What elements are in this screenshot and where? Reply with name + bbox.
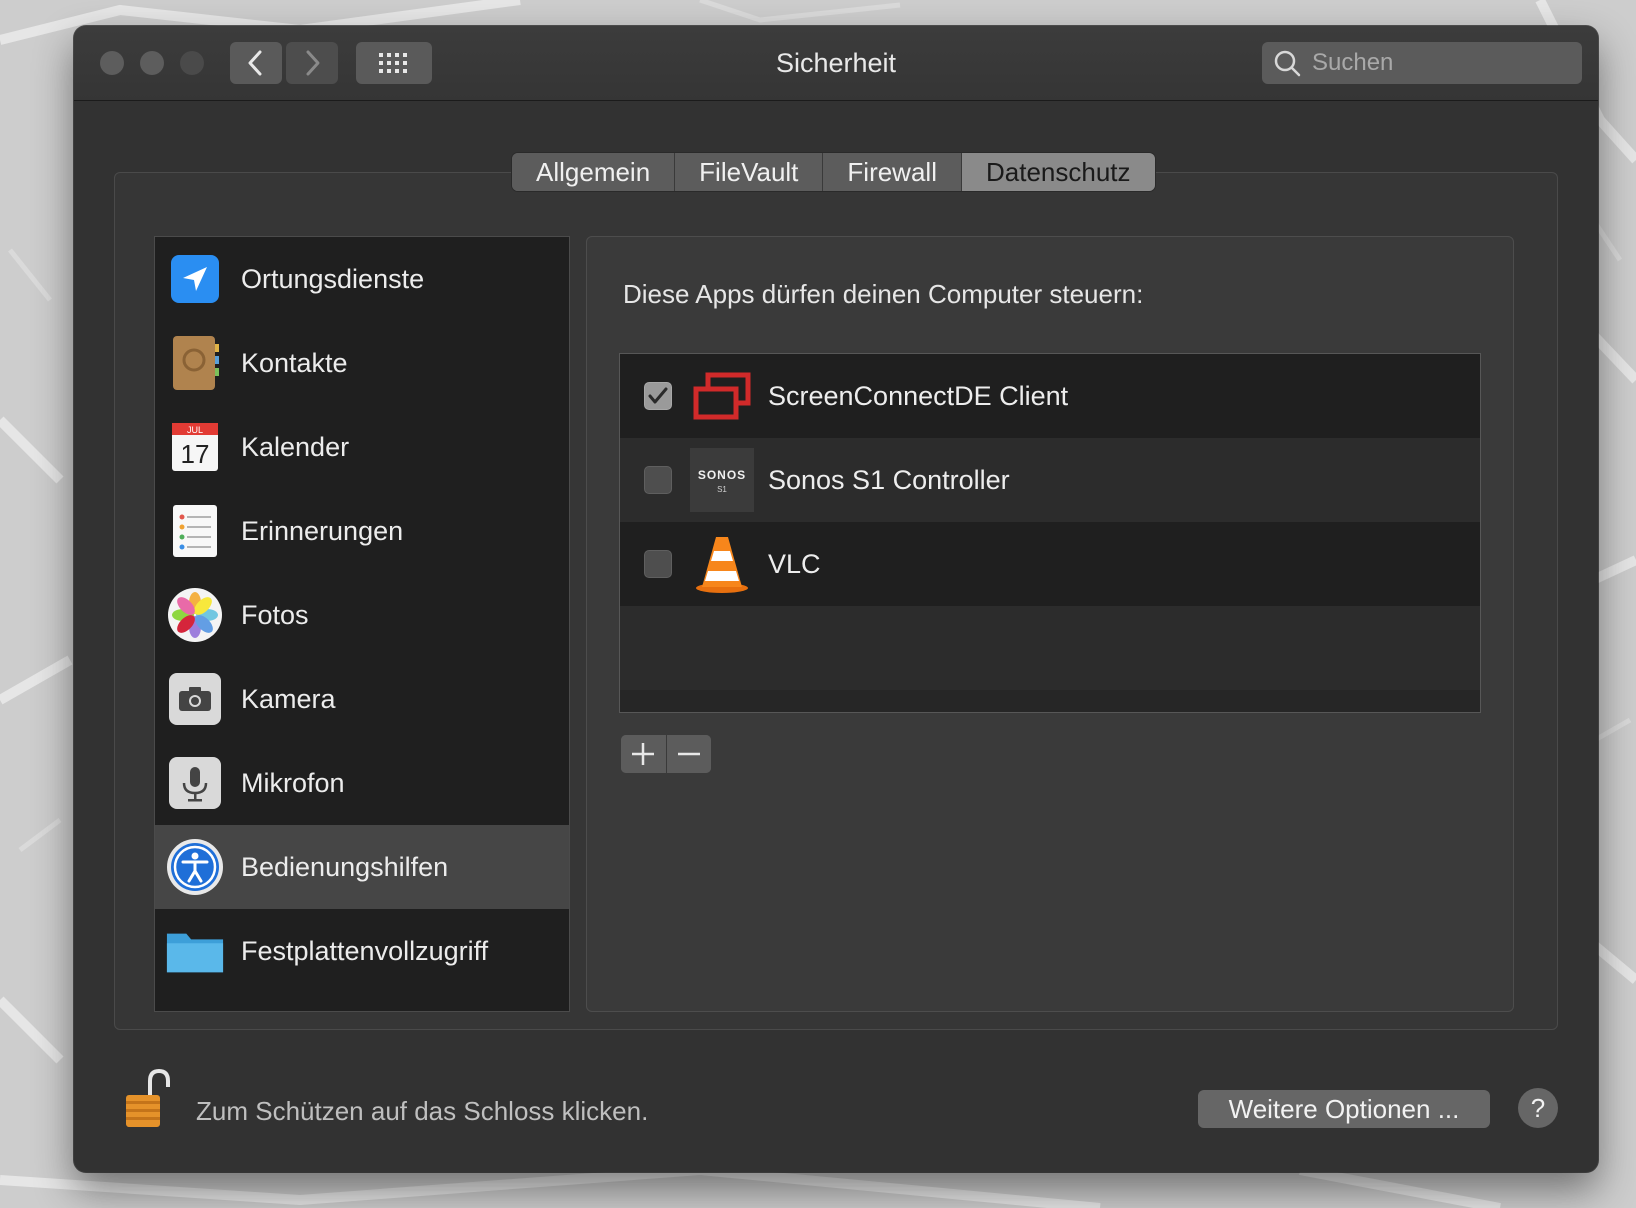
add-app-button[interactable]	[621, 735, 667, 773]
forward-button[interactable]	[286, 42, 338, 84]
sidebar-item-mikrofon[interactable]: Mikrofon	[155, 741, 569, 825]
app-name: VLC	[768, 548, 821, 579]
app-name: Sonos S1 Controller	[768, 464, 1010, 495]
sidebar-item-label: Bedienungshilfen	[241, 851, 449, 882]
sonos-logo-subtext: S1	[717, 485, 727, 494]
show-all-button[interactable]	[356, 42, 432, 84]
tab-filevault[interactable]: FileVault	[675, 153, 824, 191]
sidebar-item-label: Festplattenvollzugriff	[241, 935, 489, 966]
app-row-screenconnect[interactable]: ScreenConnectDE Client	[620, 354, 1480, 438]
close-window-button[interactable]	[100, 51, 124, 75]
sonos-icon: SONOS S1	[690, 448, 754, 512]
calendar-icon: JUL 17	[165, 417, 225, 477]
app-permission-list[interactable]: ScreenConnectDE Client SONOS S1 Sonos S1…	[619, 353, 1481, 713]
remove-app-button[interactable]	[666, 735, 711, 773]
privacy-category-list[interactable]: Ortungsdienste Kontakte JUL 17 Kalender …	[154, 236, 570, 1012]
app-name: ScreenConnectDE Client	[768, 380, 1069, 411]
app-checkbox-sonos[interactable]	[644, 466, 672, 494]
app-row-sonos[interactable]: SONOS S1 Sonos S1 Controller	[620, 438, 1480, 522]
calendar-month: JUL	[187, 425, 203, 435]
checkmark-icon	[648, 387, 668, 404]
search-icon	[1272, 48, 1302, 78]
tab-allgemein[interactable]: Allgemein	[512, 153, 676, 191]
sidebar-item-kamera[interactable]: Kamera	[155, 657, 569, 741]
sidebar-item-label: Erinnerungen	[241, 515, 404, 546]
empty-row	[620, 606, 1480, 690]
more-options-button[interactable]: Weitere Optionen ...	[1198, 1090, 1490, 1128]
chevron-left-icon	[248, 50, 262, 76]
add-remove-control	[621, 735, 711, 773]
camera-icon	[165, 669, 225, 729]
tab-firewall[interactable]: Firewall	[823, 153, 962, 191]
back-button[interactable]	[230, 42, 282, 84]
accessibility-panel: Diese Apps dürfen deinen Computer steuer…	[586, 236, 1514, 1012]
search-input[interactable]	[1310, 48, 1574, 78]
contacts-book-icon	[165, 333, 225, 393]
help-button[interactable]: ?	[1518, 1088, 1558, 1128]
sidebar-item-kalender[interactable]: JUL 17 Kalender	[155, 405, 569, 489]
reminders-icon	[165, 501, 225, 561]
padlock-open-icon[interactable]	[118, 1066, 178, 1132]
folder-icon	[165, 921, 225, 981]
sidebar-item-bedienungshilfen[interactable]: Bedienungshilfen	[155, 825, 569, 909]
app-checkbox-screenconnect[interactable]	[644, 382, 672, 410]
lock-hint-text: Zum Schützen auf das Schloss klicken.	[196, 1096, 649, 1126]
minus-icon	[677, 752, 700, 756]
chevron-right-icon	[306, 50, 320, 76]
sonos-logo-text: SONOS	[698, 468, 746, 482]
title-bar: Sicherheit	[74, 26, 1598, 101]
search-field[interactable]	[1262, 42, 1582, 84]
sidebar-item-erinnerungen[interactable]: Erinnerungen	[155, 489, 569, 573]
tab-bar: Allgemein FileVault Firewall Datenschutz	[512, 153, 1155, 191]
plus-icon	[632, 743, 655, 765]
sidebar-item-festplattenvollzugriff[interactable]: Festplattenvollzugriff	[155, 909, 569, 993]
sidebar-item-kontakte[interactable]: Kontakte	[155, 321, 569, 405]
security-preferences-window: Sicherheit Allgemein FileVault Firewall …	[74, 26, 1598, 1172]
screenconnect-icon	[690, 364, 754, 428]
tab-datenschutz[interactable]: Datenschutz	[961, 153, 1155, 191]
app-checkbox-vlc[interactable]	[644, 550, 672, 578]
sidebar-item-label: Kamera	[241, 683, 336, 714]
panel-heading: Diese Apps dürfen deinen Computer steuer…	[623, 279, 1144, 309]
minimize-window-button[interactable]	[140, 51, 164, 75]
photos-icon	[165, 585, 225, 645]
accessibility-icon	[165, 837, 225, 897]
calendar-day: 17	[181, 439, 210, 469]
sidebar-item-label: Fotos	[241, 599, 309, 630]
sidebar-item-label: Mikrofon	[241, 767, 345, 798]
microphone-icon	[165, 753, 225, 813]
sidebar-item-fotos[interactable]: Fotos	[155, 573, 569, 657]
app-row-vlc[interactable]: VLC	[620, 522, 1480, 606]
sidebar-item-label: Ortungsdienste	[241, 263, 425, 294]
vlc-cone-icon	[690, 532, 754, 596]
sidebar-item-label: Kontakte	[241, 347, 348, 378]
sidebar-item-ortungsdienste[interactable]: Ortungsdienste	[155, 237, 569, 321]
sidebar-item-label: Kalender	[241, 431, 350, 462]
grid-icon	[379, 53, 407, 73]
location-arrow-icon	[165, 249, 225, 309]
zoom-window-button[interactable]	[180, 51, 204, 75]
